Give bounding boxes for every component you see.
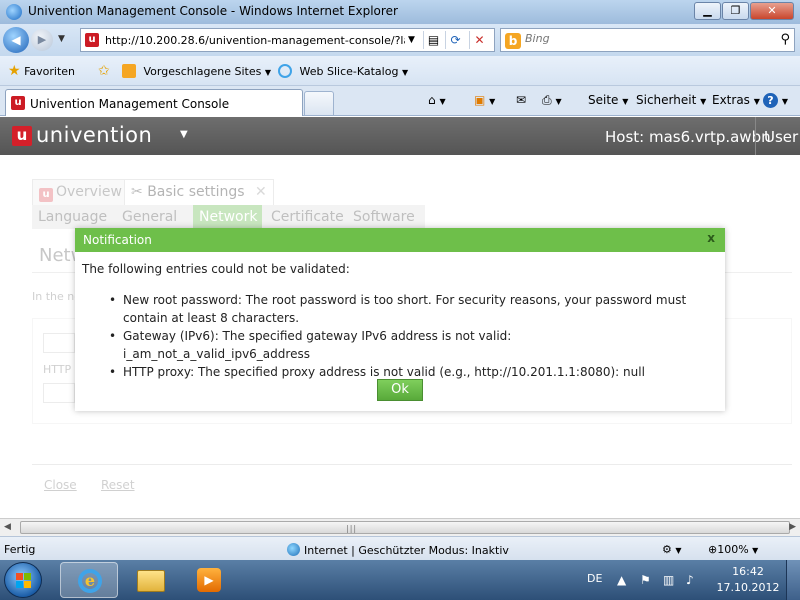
umc-menu-dropdown-icon[interactable]: ▼ [180,129,188,140]
search-icon[interactable]: ⚲ [780,32,790,47]
security-zone[interactable]: Internet | Geschützter Modus: Inaktiv [287,543,509,557]
maximize-button[interactable]: ❐ [722,2,749,20]
window-controls: ▁ ❐ ✕ [694,2,794,20]
add-favorite-button[interactable]: ✩ [98,63,110,79]
dialog-header: Notification x [75,228,725,252]
address-url[interactable]: http://10.200.28.6/univention-management… [105,34,405,47]
windows-logo-icon [16,573,32,589]
volume-icon[interactable]: ♪ [686,573,694,587]
site-favicon-icon: u [85,33,99,47]
dialog-close-icon[interactable]: x [707,231,715,245]
list-item: New root password: The root password is … [105,291,700,327]
host-label: Host: mas6.vrtp.awbn [605,128,771,146]
web-slice-icon [278,64,292,78]
tab-bar: u Univention Management Console ⌂ ▼ ▣ ▼ … [0,86,800,116]
zoom-icon: ⊕ [708,543,718,556]
window-title-bar: Univention Management Console - Windows … [0,0,800,24]
search-input[interactable] [525,32,755,45]
notification-dialog: Notification x The following entries cou… [75,228,725,411]
favorites-button[interactable]: ★ Favoriten [8,63,75,79]
favorites-bar: ★ Favoriten ✩ Vorgeschlagene Sites ▼ Web… [0,56,800,86]
tray-expand-icon[interactable]: ▲ [617,573,626,587]
address-toolbar: ◀ ▶ ▼ u http://10.200.28.6/univention-ma… [0,24,800,56]
tab-title: Univention Management Console [30,97,230,111]
status-bar: Fertig Internet | Geschützter Modus: Ina… [0,536,800,560]
suggested-sites-icon [122,64,136,78]
action-center-icon[interactable]: ⚑ [640,573,651,587]
clock-time[interactable]: 16:42 [722,565,774,578]
mail-button[interactable]: ✉ [516,93,526,107]
address-dropdown-icon[interactable]: ▼ [408,35,415,45]
scrollbar-thumb[interactable]: ||| [20,521,790,534]
show-desktop-button[interactable] [786,560,800,600]
scroll-left-icon[interactable]: ◀ [4,522,11,532]
ok-button[interactable]: Ok [377,379,423,401]
horizontal-scrollbar[interactable]: ◀ ||| ▶ [0,518,800,536]
dialog-intro: The following entries could not be valid… [82,262,350,276]
page-menu[interactable]: Seite ▼ [588,93,628,107]
address-bar[interactable]: u http://10.200.28.6/univention-manageme… [80,28,495,52]
security-menu[interactable]: Sicherheit ▼ [636,93,706,107]
search-box[interactable]: b ⚲ [500,28,795,52]
add-favorite-icon: ✩ [98,63,110,79]
network-icon[interactable]: ▥ [663,573,674,587]
close-window-button[interactable]: ✕ [750,2,794,20]
new-tab-button[interactable] [304,91,334,115]
forward-button[interactable]: ▶ [31,29,53,51]
user-menu[interactable]: User [764,128,798,146]
suggested-sites-link[interactable]: Vorgeschlagene Sites ▼ [122,64,271,78]
home-icon: ⌂ [428,93,436,107]
taskbar-internet-explorer[interactable]: e [60,562,118,598]
dialog-title: Notification [83,233,152,247]
clock-date[interactable]: 17.10.2012 [716,581,780,594]
internet-explorer-icon: e [78,569,102,593]
favorites-star-icon: ★ [8,63,21,79]
print-button[interactable]: ⎙ ▼ [542,93,562,108]
extras-menu[interactable]: Extras ▼ [712,93,760,107]
header-divider [755,117,756,155]
mail-icon: ✉ [516,93,527,107]
protected-mode-icon[interactable]: ⚙ ▼ [662,543,682,556]
umc-brand: univention [36,123,153,147]
taskbar-file-explorer[interactable] [122,562,180,598]
globe-icon [287,543,300,556]
folder-icon [137,570,165,592]
refresh-icon[interactable]: ⟳ [445,31,465,49]
taskbar-media-player[interactable]: ▶ [180,562,238,598]
window-title: Univention Management Console - Windows … [28,4,398,18]
web-slice-link[interactable]: Web Slice-Katalog ▼ [278,64,408,78]
stop-icon[interactable]: ✕ [469,31,489,49]
history-dropdown-icon[interactable]: ▼ [58,34,65,44]
home-button[interactable]: ⌂ ▼ [428,93,446,107]
print-icon: ⎙ [542,93,552,107]
rss-icon: ▣ [474,93,486,107]
list-item: Gateway (IPv6): The specified gateway IP… [105,327,700,363]
compatibility-view-icon[interactable]: ▤ [423,31,443,49]
umc-header: u univention ▼ Host: mas6.vrtp.awbn User [0,117,800,155]
back-button[interactable]: ◀ [3,27,29,53]
validation-error-list: New root password: The root password is … [105,291,700,381]
zoom-control[interactable]: ⊕100% ▼ [708,543,758,556]
univention-logo-icon: u [12,126,32,146]
start-button[interactable] [4,562,42,598]
input-language[interactable]: DE [587,572,602,585]
browser-tab-umc[interactable]: u Univention Management Console [5,89,303,116]
help-icon: ? [763,93,778,108]
tab-favicon-icon: u [11,96,25,110]
media-player-icon: ▶ [197,568,221,592]
scroll-right-icon[interactable]: ▶ [789,522,796,532]
minimize-button[interactable]: ▁ [694,2,721,20]
ie-icon [6,4,22,20]
status-text: Fertig [4,543,36,556]
bing-icon: b [505,33,521,49]
help-button[interactable]: ? ▼ [763,93,788,108]
taskbar: e ▶ DE ▲ ⚑ ▥ ♪ 16:42 17.10.2012 [0,560,800,600]
feeds-button[interactable]: ▣ ▼ [474,93,495,107]
